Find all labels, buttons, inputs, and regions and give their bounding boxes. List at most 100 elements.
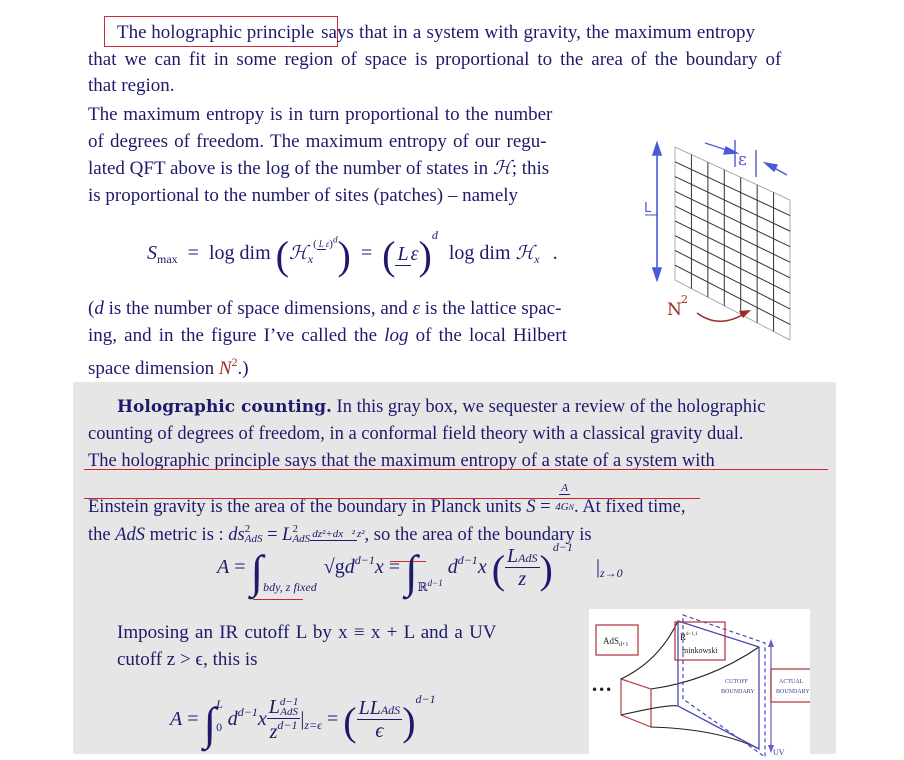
- minkowski-R: Rd−1,1: [680, 632, 698, 642]
- eq2-power: d−1: [552, 540, 573, 554]
- intro-line3: that region.: [88, 75, 175, 96]
- red-underline-2: [84, 498, 700, 500]
- ir-slice: [620, 678, 652, 728]
- gb-ads: AdS: [115, 525, 146, 545]
- gb-line5-pre: the: [88, 525, 116, 545]
- label-N-exponent: 2: [681, 293, 688, 306]
- label-L: L: [644, 201, 652, 216]
- gb-line2: counting of degrees of freedom, in a con…: [88, 424, 744, 444]
- note3-pre: space dimension: [88, 358, 219, 379]
- paragraph-dimension-note: (d is the number of space dimensions, an…: [88, 296, 603, 383]
- gb-line4-text: Einstein gravity is the area of the boun…: [88, 497, 527, 517]
- eq2-integral-1: ∫: [250, 546, 264, 597]
- eq1-x2: x: [534, 252, 540, 266]
- eq1-S: S: [147, 242, 157, 264]
- eq1-H2: ℋ: [515, 242, 535, 264]
- note-line1: (d is the number of space dimensions, an…: [88, 296, 603, 323]
- eq3-num-L: L: [268, 696, 280, 719]
- eq3-rnum: LL: [358, 696, 381, 719]
- note2-log: log: [384, 324, 409, 346]
- eq2-limit: z→0: [599, 566, 623, 580]
- eq3-lower: 0: [216, 720, 223, 734]
- ellipsis-dots: •••: [591, 683, 612, 697]
- eq2-sqrtg: √g: [323, 556, 345, 578]
- para2-line4: is proportional to the number of sites (…: [88, 184, 519, 206]
- eq2-dm1b: d−1: [457, 553, 478, 567]
- eq2-dm1: d−1: [354, 553, 375, 567]
- lattice-line: [674, 205, 791, 263]
- lattice-line: [674, 220, 791, 279]
- eq2-z: z: [518, 567, 527, 590]
- note3-post: .): [237, 358, 249, 379]
- lattice-line: [674, 176, 791, 232]
- gb-line1: Holographic counting. In this gray box, …: [88, 394, 822, 421]
- lattice-line: [674, 235, 791, 294]
- gb-frac-A: A: [559, 482, 570, 495]
- eq1-eq: =: [187, 242, 199, 264]
- eq1-eq2: =: [360, 242, 373, 264]
- eq2-d2: d: [447, 556, 458, 578]
- note-line2: ing, and in the figure I’ve called the l…: [88, 323, 603, 350]
- hilbert-symbol: ℋ: [492, 157, 512, 179]
- note-line3: space dimension N2.): [88, 349, 603, 383]
- lattice-figure: L ε N 2: [644, 140, 791, 341]
- eq1-frac-eps: ε: [410, 242, 419, 265]
- lattice-grid: [674, 146, 791, 341]
- equation-area: A = ∫bdy, z fixed √gdd−1x = ∫ℝd−1 dd−1x …: [217, 540, 623, 597]
- paren-open: (: [275, 233, 289, 278]
- gb-frac-4G: 4G: [555, 501, 569, 513]
- note3-N: N: [218, 358, 232, 379]
- eq2-x2: x: [477, 556, 487, 578]
- eq3-paren-open: (: [343, 699, 357, 744]
- label-N: N: [667, 300, 682, 320]
- imposing-line2: cutoff z > ϵ, this is: [117, 649, 258, 670]
- paren-close: ): [337, 233, 351, 278]
- cutoff-label-1: CUTOFF: [725, 679, 749, 685]
- eq1-period: .: [552, 242, 558, 264]
- eq2-integral-2: ∫: [405, 546, 418, 597]
- para2-line3: lated QFT above is the log of the number…: [88, 155, 603, 183]
- minkowski-label: minkowski: [682, 646, 718, 655]
- paragraph-imposing: Imposing an IR cutoff L by x ≡ x + L and…: [117, 619, 567, 673]
- eq2-R-exp: d−1: [427, 578, 443, 588]
- note2-pre: ing, and in the figure I’ve called the: [88, 324, 385, 346]
- paragraph-intro: The holographic principle says that in a…: [88, 20, 822, 100]
- lattice-line: [674, 264, 791, 325]
- label-epsilon: ε: [738, 150, 747, 170]
- note2-post: of the local Hilbert: [408, 324, 567, 346]
- gray-box-title: Holographic counting.: [117, 397, 332, 417]
- eq1-logdim: log dim: [208, 242, 271, 264]
- paren-close-2: ): [418, 233, 432, 278]
- gb-line4-tail: . At fixed time,: [573, 497, 686, 517]
- eq1-H: ℋ: [288, 242, 308, 264]
- para2-line2: of degrees of freedom. The maximum entro…: [88, 130, 547, 152]
- imposing-line1: Imposing an IR cutoff L by x ≡ x + L and…: [117, 622, 497, 643]
- eq3-upper: L: [216, 697, 223, 711]
- para2-line3-text: lated QFT above is the log of the number…: [88, 158, 489, 179]
- eq3-rden: ϵ: [375, 719, 384, 742]
- gb-line5-mid: metric is :: [145, 525, 229, 545]
- note-post: is the lattice spac-: [420, 298, 562, 319]
- note-eps: ε: [412, 298, 421, 319]
- equation-area-cutoff: A = ∫ L 0 dd−1x Ld−1 AdS zd−1 |z=ϵ = (LLAdS ϵ)d…: [170, 692, 436, 749]
- eq3-A: A: [170, 708, 183, 730]
- note-mid: is the number of space dimensions, and: [103, 298, 413, 319]
- eq3-integral: ∫: [203, 698, 217, 749]
- ads-label: AdSd+1: [603, 636, 628, 648]
- eq3-bounds: L0: [216, 696, 223, 742]
- para2-line1: The maximum entropy is in turn proportio…: [88, 104, 553, 125]
- lattice-line: [674, 249, 791, 310]
- gb-S: S: [526, 497, 536, 517]
- eq1-x: x: [307, 252, 314, 266]
- eq1-max: max: [157, 252, 178, 266]
- cutoff-label-2: BOUNDARY: [721, 689, 755, 695]
- paragraph-max-entropy: The maximum entropy is in turn proportio…: [88, 102, 603, 209]
- eq1-exp-L: L: [316, 239, 326, 251]
- uv-label: UV: [773, 748, 785, 757]
- eq2-paren-open: (: [491, 547, 506, 592]
- gb-line3: The holographic principle says that the …: [88, 451, 715, 471]
- eq3-eval: z=ϵ: [304, 718, 322, 732]
- eq2-L: L: [507, 544, 519, 567]
- intro-line1: says that in a system with gravity, the …: [321, 22, 755, 43]
- eq2-domain-2: ℝd−1: [418, 578, 443, 594]
